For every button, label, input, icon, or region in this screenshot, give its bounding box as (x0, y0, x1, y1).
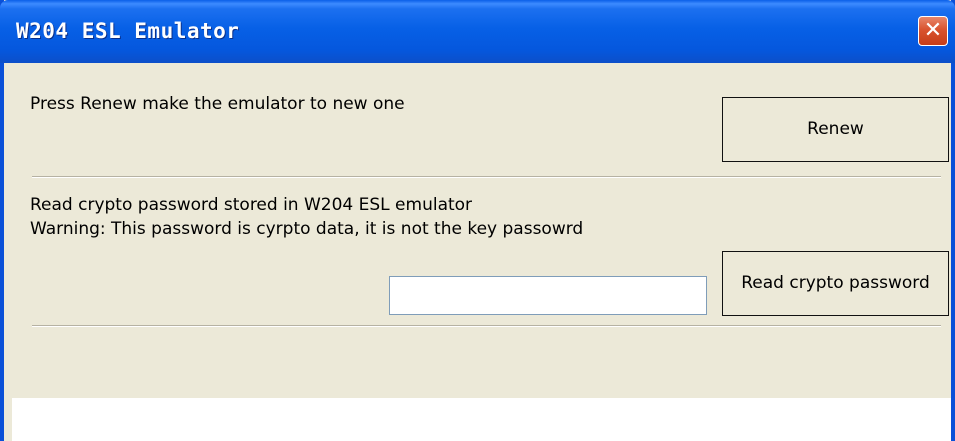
app-window: W204 ESL Emulator ✕ Press Renew make the… (0, 0, 955, 441)
window-title: W204 ESL Emulator (16, 19, 240, 43)
separator-top (32, 176, 941, 178)
renew-instruction: Press Renew make the emulator to new one (30, 94, 405, 114)
crypto-description-line1: Read crypto password stored in W204 ESL … (30, 195, 473, 215)
crypto-password-field[interactable] (389, 276, 707, 315)
separator-bottom (32, 325, 941, 327)
renew-button[interactable]: Renew (722, 97, 949, 162)
title-bar[interactable]: W204 ESL Emulator ✕ (0, 0, 955, 63)
dialog-body: Press Renew make the emulator to new one… (12, 63, 951, 398)
read-crypto-password-button[interactable]: Read crypto password (722, 251, 949, 316)
crypto-warning-line2: Warning: This password is cyrpto data, i… (30, 219, 584, 239)
close-button[interactable]: ✕ (918, 16, 948, 46)
close-icon: ✕ (923, 18, 943, 43)
status-area (12, 398, 951, 441)
